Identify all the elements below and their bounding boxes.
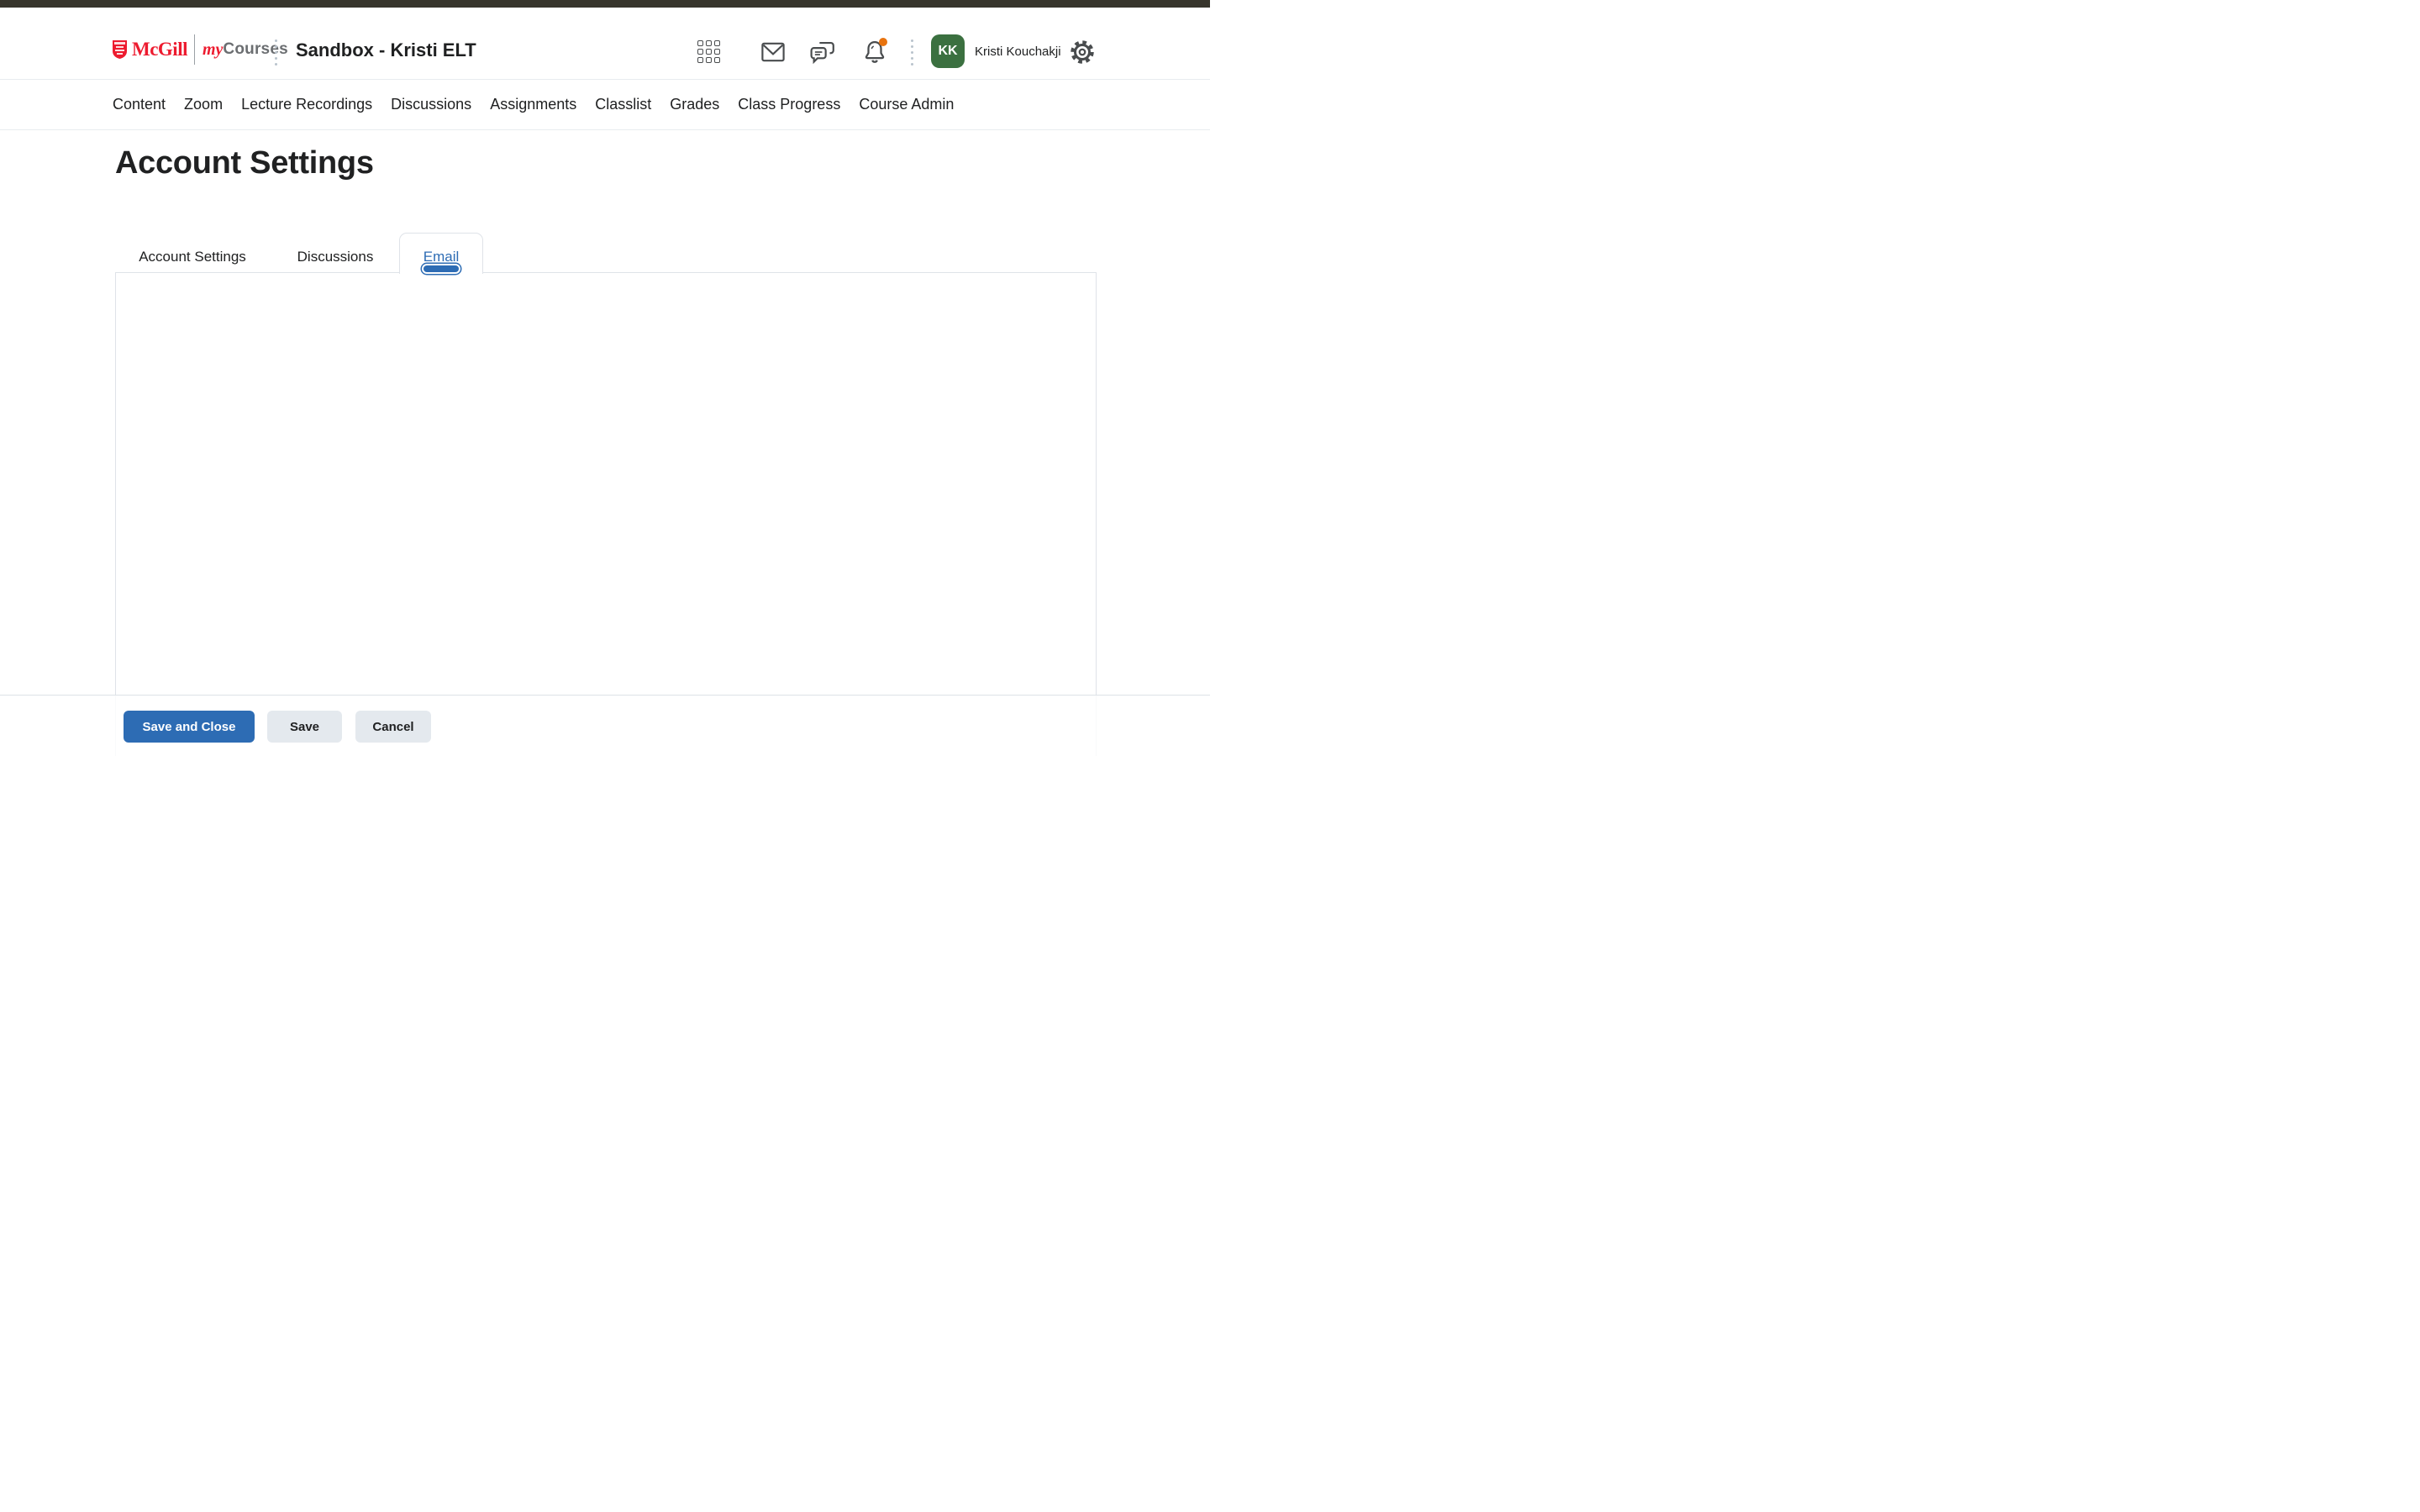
os-top-strip	[0, 0, 1210, 8]
header-dotted-separator	[911, 39, 913, 66]
gear-icon[interactable]	[1070, 39, 1095, 65]
cancel-button[interactable]: Cancel	[355, 711, 431, 743]
app-window: McGill myCourses Sandbox - Kristi ELT	[0, 0, 1210, 756]
tab-account-settings[interactable]: Account Settings	[139, 249, 246, 265]
nav-item-course-admin[interactable]: Course Admin	[859, 96, 954, 113]
save-button[interactable]: Save	[267, 711, 342, 743]
logo-mcgill-text: McGill	[132, 39, 187, 60]
save-and-close-button[interactable]: Save and Close	[124, 711, 255, 743]
nav-item-zoom[interactable]: Zoom	[184, 96, 223, 113]
nav-item-content[interactable]: Content	[113, 96, 166, 113]
email-settings-panel	[115, 272, 1097, 756]
logo-divider	[194, 34, 195, 65]
header-dotted-separator	[275, 39, 277, 66]
avatar[interactable]: KK	[931, 34, 965, 68]
notifications-bell-icon[interactable]	[862, 39, 887, 65]
nav-item-lecture-recordings[interactable]: Lecture Recordings	[241, 96, 372, 113]
tab-email[interactable]: Email	[399, 233, 483, 274]
nav-item-discussions[interactable]: Discussions	[391, 96, 471, 113]
logo-my-text: my	[203, 40, 223, 60]
page-title: Account Settings	[115, 145, 374, 181]
email-icon[interactable]	[760, 42, 786, 62]
notification-badge	[879, 38, 887, 46]
course-title[interactable]: Sandbox - Kristi ELT	[296, 39, 476, 61]
mcgill-shield-icon	[112, 39, 128, 60]
tab-email-label: Email	[424, 249, 460, 265]
active-tab-indicator	[424, 265, 459, 272]
chat-icon[interactable]	[809, 40, 836, 64]
sticky-action-footer: Save and Close Save Cancel	[0, 695, 1210, 756]
user-name[interactable]: Kristi Kouchakji	[975, 45, 1061, 59]
avatar-initials: KK	[938, 44, 957, 59]
nav-item-classlist[interactable]: Classlist	[595, 96, 651, 113]
nav-item-assignments[interactable]: Assignments	[490, 96, 576, 113]
course-navbar: Content Zoom Lecture Recordings Discussi…	[0, 80, 1210, 130]
mcgill-mycourses-logo[interactable]: McGill myCourses	[112, 31, 288, 68]
logo-courses-text: Courses	[223, 40, 287, 59]
nav-item-class-progress[interactable]: Class Progress	[738, 96, 840, 113]
nav-item-grades[interactable]: Grades	[670, 96, 719, 113]
tab-discussions[interactable]: Discussions	[297, 249, 374, 265]
app-header: McGill myCourses Sandbox - Kristi ELT	[0, 8, 1210, 80]
waffle-menu-icon[interactable]	[697, 40, 720, 63]
